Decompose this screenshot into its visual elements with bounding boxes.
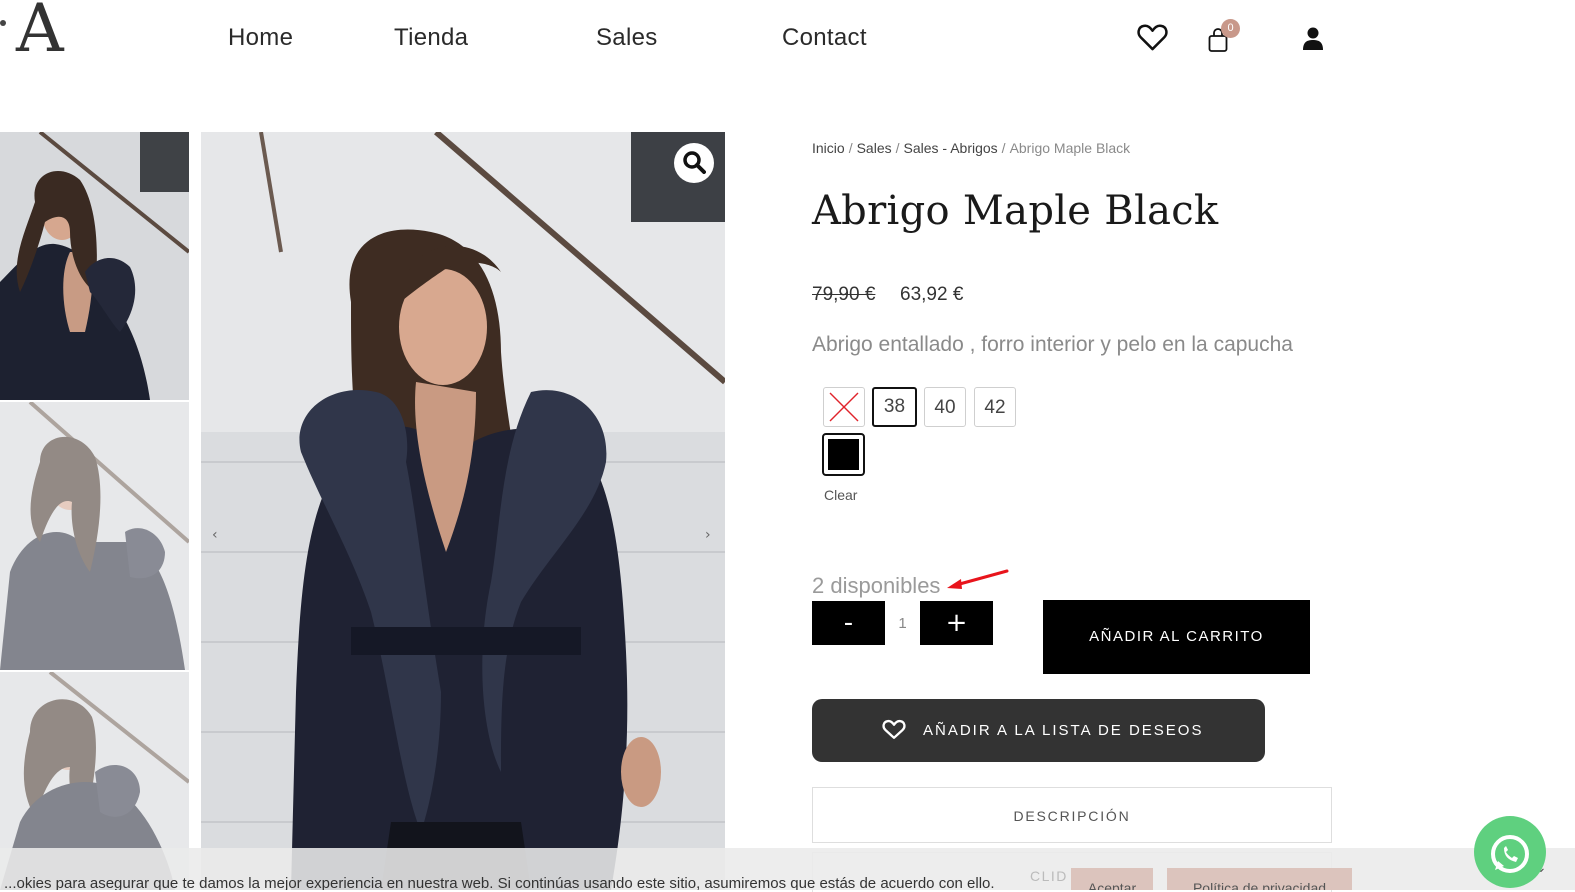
regular-price: 79,90 €	[812, 284, 876, 305]
breadcrumb-sales[interactable]: Sales	[857, 140, 892, 156]
add-to-cart-button[interactable]: AÑADIR AL CARRITO	[1043, 600, 1310, 674]
heart-icon[interactable]	[1137, 23, 1168, 55]
quantity-decrease-button[interactable]: -	[812, 601, 885, 645]
site-header: A Home Tienda Sales Contact 0	[0, 0, 1575, 95]
quantity-increase-button[interactable]: +	[920, 601, 993, 645]
annotation-arrow-icon	[947, 569, 1009, 589]
whatsapp-icon	[1491, 835, 1529, 873]
color-fill	[828, 439, 859, 470]
breadcrumb-separator: /	[895, 140, 900, 156]
zoom-button[interactable]	[674, 143, 714, 183]
size-swatch-40[interactable]: 40	[924, 387, 966, 427]
nav-tienda[interactable]: Tienda	[394, 24, 468, 52]
gallery-prev-arrow[interactable]: ‹	[212, 527, 218, 543]
magnifier-icon	[683, 151, 706, 178]
clear-selection-link[interactable]: Clear	[824, 487, 857, 503]
cookie-accept-button[interactable]: Aceptar	[1071, 868, 1153, 890]
cookie-hidden-label: CLID	[1030, 868, 1068, 884]
gallery-thumbnail[interactable]	[0, 402, 189, 670]
cookie-message: ...okies para asegurar que te damos la m…	[4, 875, 995, 890]
user-icon[interactable]	[1302, 27, 1324, 54]
nav-contact[interactable]: Contact	[782, 24, 867, 52]
size-swatch-unavailable[interactable]	[823, 387, 865, 427]
main-product-image[interactable]	[201, 132, 725, 890]
breadcrumb-sales-abrigos[interactable]: Sales - Abrigos	[904, 140, 998, 156]
tab-descripcion[interactable]: DESCRIPCIÓN	[812, 787, 1332, 843]
nav-home[interactable]: Home	[228, 24, 293, 52]
site-logo[interactable]: A	[16, 0, 64, 67]
heart-icon	[882, 719, 906, 744]
breadcrumb-separator: /	[848, 140, 853, 156]
gallery-next-arrow[interactable]: ›	[705, 527, 711, 543]
cart-count-badge: 0	[1221, 19, 1240, 38]
gallery-thumbnail[interactable]	[0, 132, 189, 400]
breadcrumb-separator: /	[1001, 140, 1006, 156]
wishlist-label: AÑADIR A LA LISTA DE DESEOS	[923, 722, 1204, 739]
cookie-consent-bar: ...okies para asegurar que te damos la m…	[0, 848, 1575, 890]
sale-price: 63,92 €	[900, 284, 964, 305]
size-swatch-38[interactable]: 38	[872, 387, 917, 427]
breadcrumb-current: Abrigo Maple Black	[1009, 140, 1131, 156]
unavailable-cross-icon	[829, 392, 859, 422]
color-swatch-black[interactable]	[822, 433, 865, 476]
whatsapp-button[interactable]	[1474, 816, 1546, 888]
quantity-input[interactable]: 1	[885, 601, 920, 645]
nav-sales[interactable]: Sales	[596, 24, 658, 52]
privacy-policy-button[interactable]: Política de privacidad	[1167, 868, 1352, 890]
breadcrumb: Inicio / Sales / Sales - Abrigos / Abrigo Mapl…	[812, 140, 1130, 156]
size-swatch-42[interactable]: 42	[974, 387, 1016, 427]
product-title: Abrigo Maple Black	[812, 188, 1219, 234]
add-to-wishlist-button[interactable]: AÑADIR A LA LISTA DE DESEOS	[812, 699, 1265, 762]
breadcrumb-inicio[interactable]: Inicio	[812, 140, 845, 156]
stock-status: 2 disponibles	[812, 573, 941, 598]
short-description: Abrigo entallado , forro interior y pelo…	[812, 333, 1293, 356]
logo-dot	[0, 20, 6, 26]
